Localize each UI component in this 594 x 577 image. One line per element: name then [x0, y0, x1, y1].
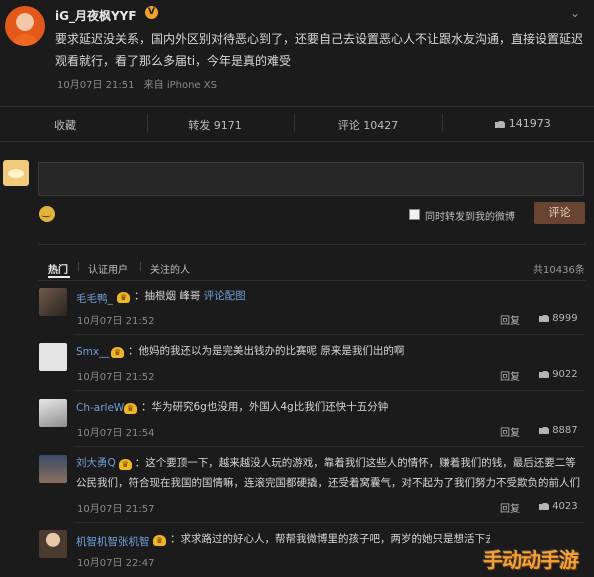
comment-like-button[interactable]: 8887: [539, 424, 578, 436]
comment-total: 共10436条: [533, 265, 585, 276]
tab-separator: |: [139, 262, 143, 272]
comment-like-button[interactable]: 9022: [539, 368, 578, 380]
divider: [0, 141, 594, 142]
comment-text: ：华为研究6g也没用，外国人4g比我们还快十五分钟: [141, 401, 389, 413]
watermark-logo: 手动动手游: [483, 548, 579, 572]
tab-following[interactable]: 关注的人: [150, 261, 190, 276]
comment-like-button[interactable]: 8999: [539, 312, 578, 324]
emoji-icon[interactable]: [39, 206, 55, 222]
post-meta: 10月07日 21:51 来自 iPhone XS: [57, 76, 217, 91]
comment-time: 10月07日 21:52: [77, 372, 155, 383]
crown-icon: ♛: [124, 403, 137, 414]
submit-comment-button[interactable]: 评论: [534, 202, 585, 224]
reply-button[interactable]: 回复: [500, 500, 520, 515]
post-text: 要求延迟没关系，国内外区别对待恶心到了，还要自己去设置恶心人不让跟水友沟通，直接…: [55, 32, 584, 68]
crown-icon: ♛: [153, 535, 166, 546]
commenter-name[interactable]: Ch-arleW: [76, 402, 124, 414]
chevron-down-icon[interactable]: ⌄: [570, 6, 580, 20]
like-button[interactable]: 141973: [488, 117, 558, 130]
comment-image-link[interactable]: 评论配图: [204, 290, 246, 302]
comment-input[interactable]: [38, 162, 584, 196]
comment-text: ：他妈的我还以为是完美出钱办的比赛呢 原来是我们出的啊: [128, 345, 405, 357]
commenter-name[interactable]: Smx__: [76, 346, 110, 358]
divider: [442, 114, 443, 132]
divider: [38, 244, 586, 245]
comment-text: ：求求路过的好心人，帮帮我微博里的孩子吧，两岁的她只是想活下去🙏🙏: [170, 533, 490, 545]
tab-verified[interactable]: 认证用户: [88, 261, 128, 276]
divider: [75, 334, 585, 335]
commenter-name[interactable]: 刘大勇Q: [76, 457, 116, 469]
active-tab-indicator: [48, 276, 70, 278]
divider: [75, 522, 585, 523]
reply-button[interactable]: 回复: [500, 312, 520, 327]
also-repost-label[interactable]: 同时转发到我的微博: [425, 208, 515, 223]
verified-badge-icon: V: [145, 6, 158, 19]
comment-time: 10月07日 21:54: [77, 428, 155, 439]
also-repost-checkbox[interactable]: [409, 209, 420, 220]
comment-time: 10月07日 21:52: [77, 316, 155, 327]
crown-icon: ♛: [117, 292, 130, 303]
user-avatar[interactable]: [3, 160, 29, 186]
post-time[interactable]: 10月07日 21:51: [57, 80, 134, 91]
commenter-avatar[interactable]: [39, 530, 67, 558]
tab-separator: |: [77, 262, 81, 272]
comment-text: ：抽根烟 峰哥 评论配图: [134, 290, 246, 302]
post-source: 来自 iPhone XS: [143, 80, 217, 91]
comment-text: 刘大勇Q ♛ ：这个要顶一下，越来越没人玩的游戏，靠着我们这些人的情怀，赚着我们的钱…: [76, 457, 580, 489]
repost-button[interactable]: 转发 9171: [175, 117, 255, 133]
reply-button[interactable]: 回复: [500, 424, 520, 439]
divider: [38, 280, 586, 281]
tab-hot[interactable]: 热门: [48, 261, 68, 276]
author-name[interactable]: iG_月夜枫YYF: [55, 7, 137, 24]
divider: [75, 390, 585, 391]
commenter-avatar[interactable]: [39, 455, 67, 483]
commenter-avatar[interactable]: [39, 343, 67, 371]
divider: [294, 114, 295, 132]
crown-icon: ♛: [118, 459, 132, 470]
thumb-up-icon: [539, 368, 549, 378]
thumb-up-icon: [539, 500, 549, 510]
commenter-name[interactable]: 机智机智张机智: [76, 534, 150, 549]
commenter-name[interactable]: 毛毛鸭_: [76, 291, 113, 306]
thumb-up-icon: [495, 118, 506, 128]
like-count: 141973: [508, 117, 551, 130]
comment-like-button[interactable]: 4023: [539, 500, 578, 512]
divider: [75, 446, 585, 447]
comment-time: 10月07日 21:57: [77, 504, 155, 515]
reply-button[interactable]: 回复: [500, 368, 520, 383]
favorite-button[interactable]: 收藏: [30, 117, 100, 133]
thumb-up-icon: [539, 312, 549, 322]
comment-time: 10月07日 22:47: [77, 558, 155, 569]
commenter-avatar[interactable]: [39, 288, 67, 316]
comment-button[interactable]: 评论 10427: [323, 117, 413, 133]
crown-icon: ♛: [111, 347, 124, 358]
thumb-up-icon: [539, 424, 549, 434]
divider: [147, 114, 148, 132]
commenter-avatar[interactable]: [39, 399, 67, 427]
author-avatar[interactable]: [5, 6, 45, 46]
divider: [0, 106, 594, 107]
